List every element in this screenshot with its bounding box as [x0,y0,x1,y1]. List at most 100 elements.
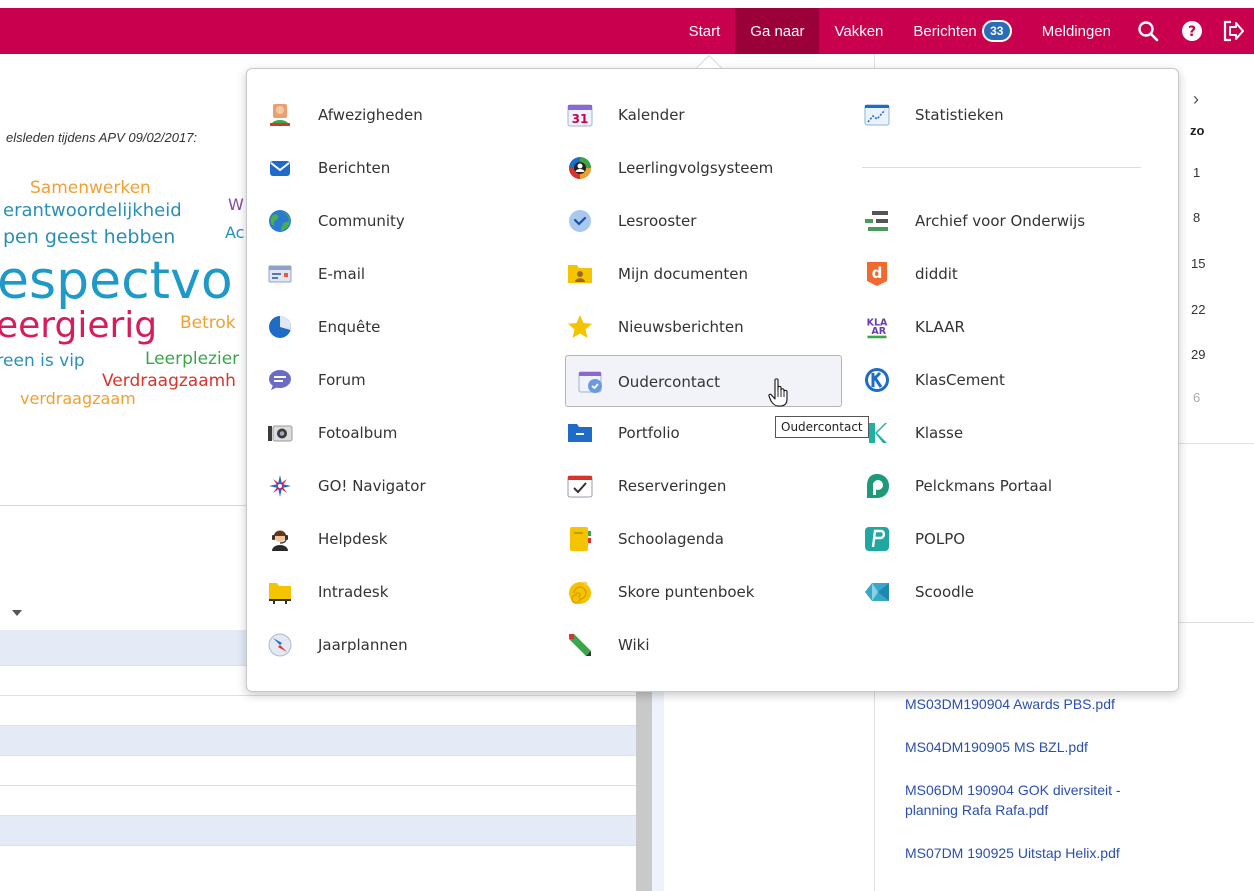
menu-item-lesrooster[interactable]: Lesrooster [547,195,827,248]
menu-item-nieuwsberichten[interactable]: Nieuwsberichten [547,301,827,354]
menu-item-label: Leerlingvolgsysteem [618,159,774,177]
scoodle-icon [864,579,890,605]
menu-item-leerlingvolgsysteem[interactable]: Leerlingvolgsysteem [547,142,827,195]
menu-item-label: diddit [915,265,958,283]
menu-item-scoodle[interactable]: Scoodle [844,566,1144,619]
menu-item-kalender[interactable]: 31 Kalender [547,89,827,142]
speech-bubble-icon [267,367,293,393]
menu-item-berichten[interactable]: Berichten [247,142,537,195]
nav-berichten[interactable]: Berichten 33 [898,8,1026,54]
menu-item-klasse[interactable]: Klasse [844,407,1144,460]
file-link[interactable]: MS07DM 190925 Uitstap Helix.pdf [905,843,1185,863]
table-row[interactable] [0,726,636,756]
menu-item-forum[interactable]: Forum [247,354,537,407]
menu-item-fotoalbum[interactable]: Fotoalbum [247,407,537,460]
menu-item-diddit[interactable]: d diddit [844,248,1144,301]
diddit-icon: d [864,261,890,287]
star-icon [567,314,593,340]
file-link[interactable]: MS04DM190905 MS BZL.pdf [905,737,1185,757]
menu-item-enquete[interactable]: Enquête [247,301,537,354]
menu-item-label: Nieuwsberichten [618,318,744,336]
envelope-icon [267,155,293,181]
help-icon[interactable]: ? [1170,8,1214,54]
menu-item-intradesk[interactable]: Intradesk [247,566,537,619]
nav-ga-naar[interactable]: Ga naar [735,8,820,54]
menu-item-label: Kalender [618,106,685,124]
menu-item-label: Mijn documenten [618,265,748,283]
menu-item-skore-puntenboek[interactable]: Skore puntenboek [547,566,827,619]
pencil-icon [567,632,593,658]
menu-item-community[interactable]: Community [247,195,537,248]
menu-item-go-navigator[interactable]: GO! Navigator [247,460,537,513]
menu-item-klaar[interactable]: KLA AR KLAAR [844,301,1144,354]
menu-item-label: Scoodle [915,583,975,601]
calendar-day[interactable]: 22 [1191,302,1205,317]
person-absence-icon [267,102,293,128]
tooltip: Oudercontact [775,416,869,438]
nav-vakken[interactable]: Vakken [819,8,898,54]
menu-item-reserveringen[interactable]: Reserveringen [547,460,827,513]
line-chart-icon [864,102,890,128]
menu-item-label: Helpdesk [318,530,388,548]
cloud-word: Betrok [180,313,236,333]
nav-berichten-label: Berichten [913,22,977,40]
scrollbar[interactable] [636,692,652,891]
menu-item-klascement[interactable]: KlasCement [844,354,1144,407]
menu-item-mijn-documenten[interactable]: Mijn documenten [547,248,827,301]
menu-column-separator [862,167,1141,168]
menu-item-label: Intradesk [318,583,389,601]
svg-text:AR: AR [871,326,886,337]
klaar-icon: KLA AR [864,314,890,340]
menu-item-helpdesk[interactable]: Helpdesk [247,513,537,566]
wordcloud-caption: elsleden tijdens APV 09/02/2017: [6,130,198,145]
nav-meldingen[interactable]: Meldingen [1027,8,1126,54]
file-link[interactable]: MS03DM190904 Awards PBS.pdf [905,694,1185,714]
menu-item-label: Reserveringen [618,477,727,495]
ga-naar-dropdown: Afwezigheden Berichten Community E-mail … [246,68,1179,692]
student-tracking-icon [567,155,593,181]
menu-item-label: E-mail [318,265,366,283]
menu-item-jaarplannen[interactable]: Jaarplannen [247,619,537,672]
menu-item-archief-voor-onderwijs[interactable]: Archief voor Onderwijs [844,195,1164,248]
menu-item-label: Fotoalbum [318,424,398,442]
file-link[interactable]: MS06DM 190904 GOK diversiteit - planning… [905,780,1175,820]
app-window: elsleden tijdens APV 09/02/2017: Samenwe… [0,0,1254,891]
archive-icon [864,208,890,234]
agenda-icon [567,526,593,552]
calendar-check-icon [567,473,593,499]
menu-item-label: POLPO [915,530,966,548]
menu-item-wiki[interactable]: Wiki [547,619,827,672]
menu-item-pelckmans-portaal[interactable]: Pelckmans Portaal [844,460,1144,513]
message-count-badge: 33 [981,20,1012,42]
menu-item-label: Jaarplannen [318,636,408,654]
shell-icon [567,579,593,605]
menu-item-polpo[interactable]: POLPO [844,513,1144,566]
search-icon[interactable] [1126,8,1170,54]
menu-item-label: Statistieken [915,106,1004,124]
calendar-31-icon: 31 [567,102,593,128]
menu-item-afwezigheden[interactable]: Afwezigheden [247,89,537,142]
email-card-icon [267,261,293,287]
chevron-down-icon[interactable] [12,610,22,616]
table-row[interactable] [0,696,636,726]
calendar-day[interactable]: 6 [1193,390,1200,405]
cloud-word: Ac [225,223,245,242]
calendar-day[interactable]: 29 [1191,347,1205,362]
menu-item-label: Klasse [915,424,964,442]
menu-item-e-mail[interactable]: E-mail [247,248,537,301]
calendar-day[interactable]: 1 [1193,165,1200,180]
menu-item-statistieken[interactable]: Statistieken [844,89,1144,142]
menu-item-oudercontact[interactable]: Oudercontact [565,355,842,407]
menu-item-label: Pelckmans Portaal [915,477,1053,495]
menu-item-schoolagenda[interactable]: Schoolagenda [547,513,827,566]
calendar-day[interactable]: 8 [1193,210,1200,225]
menu-item-label: Afwezigheden [318,106,423,124]
calendar-clock-icon [578,369,604,395]
nav-start[interactable]: Start [674,8,736,54]
chevron-right-icon[interactable]: › [1193,89,1199,110]
calendar-day[interactable]: 15 [1191,256,1205,271]
logout-icon[interactable] [1214,8,1254,54]
table-row[interactable] [0,756,636,786]
table-row[interactable] [0,816,636,846]
table-row[interactable] [0,786,636,816]
